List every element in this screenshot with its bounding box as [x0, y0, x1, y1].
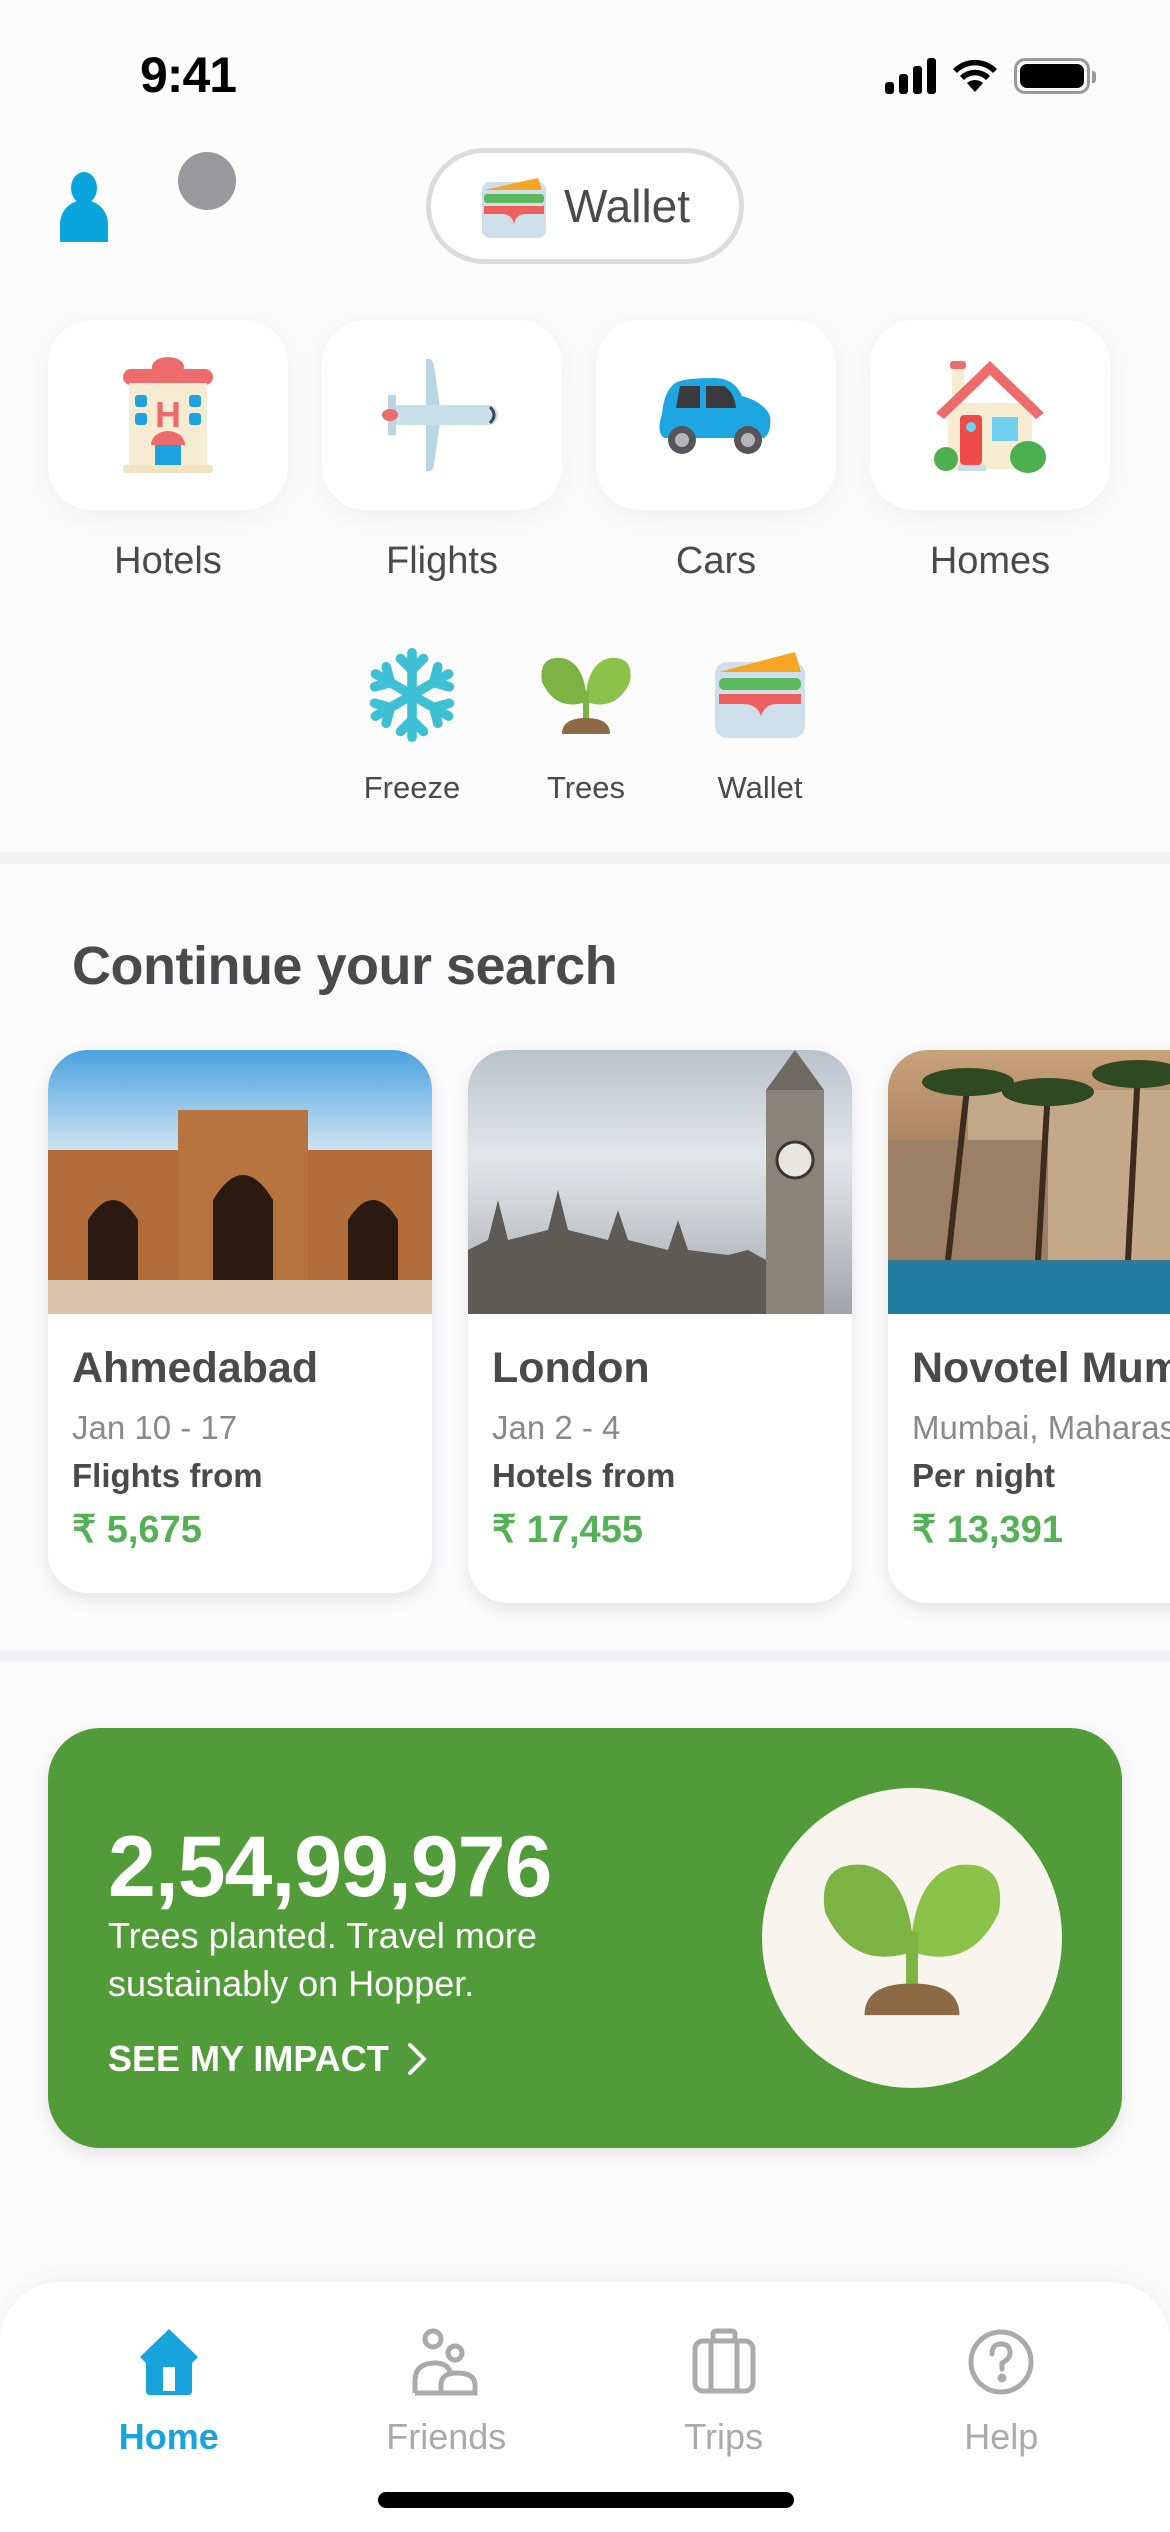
- card-kind: Per night: [912, 1457, 1056, 1494]
- battery-icon: [1014, 58, 1096, 94]
- house-icon: [934, 361, 1046, 473]
- category-label: Cars: [675, 540, 757, 582]
- see-my-impact-link[interactable]: SEE MY IMPACT: [108, 2038, 427, 2080]
- shortcut-wallet[interactable]: Wallet: [698, 640, 822, 806]
- home-indicator[interactable]: [378, 2492, 794, 2508]
- category-tile[interactable]: [596, 320, 836, 510]
- see-my-impact-label: SEE MY IMPACT: [108, 2038, 389, 2079]
- chevron-right-icon: [407, 2043, 427, 2075]
- shortcut-label: Trees: [546, 770, 626, 805]
- category-label: Flights: [386, 540, 498, 582]
- tab-friends[interactable]: Friends: [346, 2322, 546, 2458]
- search-card[interactable]: Novotel Mumbai Mumbai, Maharashtra Per n…: [888, 1050, 1170, 1603]
- card-price: ₹ 5,675: [72, 1509, 202, 1551]
- shortcut-label: Freeze: [363, 770, 461, 805]
- card-title: London: [492, 1344, 650, 1392]
- card-image-london: [468, 1050, 852, 1314]
- card-image-ahmedabad: [48, 1050, 432, 1314]
- help-icon: [961, 2322, 1041, 2402]
- tab-label: Trips: [684, 2416, 764, 2457]
- recent-search-carousel[interactable]: Ahmedabad Jan 10 - 17 Flights from ₹ 5,6…: [48, 1050, 1170, 1603]
- suitcase-icon: [684, 2322, 764, 2402]
- category-label: Hotels: [114, 540, 222, 582]
- shortcut-row: Freeze Trees Wallet: [350, 640, 822, 806]
- card-location: Mumbai, Maharashtra: [912, 1409, 1170, 1446]
- category-grid: H Hotels Flights Cars Homes: [48, 320, 1110, 583]
- status-time: 9:41: [140, 47, 237, 103]
- shortcut-trees[interactable]: Trees: [524, 640, 648, 806]
- category-tile[interactable]: H: [48, 320, 288, 510]
- wallet-icon: [705, 640, 815, 750]
- notification-dot[interactable]: [178, 152, 236, 210]
- search-card[interactable]: Ahmedabad Jan 10 - 17 Flights from ₹ 5,6…: [48, 1050, 432, 1593]
- home-icon: [129, 2322, 209, 2402]
- cellular-signal-icon: [885, 58, 936, 94]
- tab-label: Friends: [386, 2416, 507, 2457]
- tab-help[interactable]: Help: [901, 2322, 1101, 2458]
- seedling-illustration: [762, 1788, 1062, 2088]
- card-kind: Hotels from: [492, 1457, 676, 1494]
- status-icons: [885, 58, 1096, 94]
- trees-planted-count: 2,54,99,976: [108, 1819, 552, 1915]
- category-hotels[interactable]: H Hotels: [48, 320, 288, 583]
- wallet-button[interactable]: Wallet: [426, 148, 744, 264]
- section-divider: [0, 852, 1170, 864]
- tab-label: Home: [118, 2416, 219, 2457]
- card-title: Novotel Mumbai: [912, 1344, 1170, 1392]
- tab-trips[interactable]: Trips: [624, 2322, 824, 2458]
- airplane-icon: [382, 358, 498, 472]
- category-flights[interactable]: Flights: [322, 320, 562, 583]
- wallet-icon: [481, 178, 546, 238]
- category-tile[interactable]: [870, 320, 1110, 510]
- card-dates: Jan 2 - 4: [492, 1409, 621, 1446]
- card-price: ₹ 17,455: [492, 1509, 643, 1551]
- category-cars[interactable]: Cars: [596, 320, 836, 583]
- wifi-icon: [953, 59, 997, 92]
- profile-icon[interactable]: [56, 172, 112, 242]
- impact-banner[interactable]: 2,54,99,976 Trees planted. Travel more s…: [48, 1728, 1122, 2148]
- category-label: Homes: [929, 540, 1051, 582]
- card-dates: Jan 10 - 17: [72, 1409, 238, 1446]
- category-homes[interactable]: Homes: [870, 320, 1110, 583]
- card-image-novotel: [888, 1050, 1170, 1314]
- shortcut-label: Wallet: [717, 770, 803, 805]
- hotel-icon: H: [123, 357, 213, 473]
- wallet-label: Wallet: [563, 180, 691, 232]
- tab-label: Help: [964, 2416, 1039, 2457]
- search-card[interactable]: London Jan 2 - 4 Hotels from ₹ 17,455: [468, 1050, 852, 1603]
- section-title: Continue your search: [72, 936, 618, 996]
- svg-text:H: H: [155, 394, 181, 435]
- friends-icon: [406, 2322, 486, 2402]
- car-icon: [659, 378, 771, 454]
- shortcut-freeze[interactable]: Freeze: [350, 640, 474, 806]
- category-tile[interactable]: [322, 320, 562, 510]
- impact-description: Trees planted. Travel more sustainably o…: [108, 1915, 537, 2004]
- card-kind: Flights from: [72, 1457, 263, 1494]
- section-divider: [0, 1650, 1170, 1662]
- tab-home[interactable]: Home: [69, 2322, 269, 2458]
- seedling-icon: [531, 640, 641, 750]
- seedling-icon: [823, 1864, 1001, 2016]
- card-title: Ahmedabad: [72, 1344, 319, 1392]
- snowflake-icon: [357, 640, 467, 750]
- card-price: ₹ 13,391: [912, 1509, 1063, 1551]
- status-bar: 9:41: [0, 0, 1170, 150]
